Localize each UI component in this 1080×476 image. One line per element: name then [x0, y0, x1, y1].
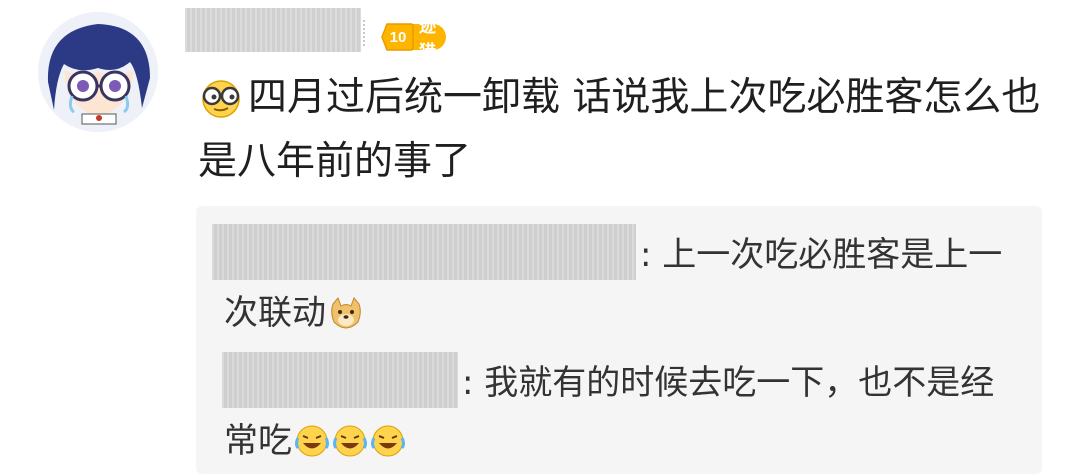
post-text: 四月过后统一卸载 话说我上次吃必胜客怎么也是八年前的事了	[198, 75, 1041, 184]
level-shield-icon: 10	[381, 22, 415, 52]
username-redacted[interactable]	[185, 8, 361, 52]
avatar[interactable]	[38, 12, 158, 132]
reply-item[interactable]: : 上一次吃必胜客是上一次联动	[212, 224, 1024, 348]
reply-separator: :	[462, 363, 485, 403]
laugh-cry-emoji-icon	[332, 418, 368, 476]
anime-character-avatar-icon	[38, 12, 158, 132]
level-title: 遗迹猎者	[411, 0, 446, 87]
username-edge-divider	[363, 20, 369, 46]
level-number: 10	[389, 28, 407, 46]
laugh-cry-emoji-icon	[370, 418, 406, 476]
reply-item[interactable]: : 我就有的时候去吃一下，也不是经常吃	[222, 352, 1024, 476]
reply-username-redacted[interactable]	[212, 224, 636, 280]
reply-username-redacted[interactable]	[222, 352, 458, 408]
doge-emoji-icon	[328, 290, 364, 348]
smirk-glasses-emoji-icon	[198, 78, 244, 134]
level-badge: 10 遗迹猎者	[381, 0, 446, 87]
post-content: 四月过后统一卸载 话说我上次吃必胜客怎么也是八年前的事了	[198, 70, 1048, 190]
replies-panel: : 上一次吃必胜客是上一次联动 : 我就有的时候去吃一下，也不是经常吃	[196, 206, 1042, 474]
laugh-cry-emoji-icon	[294, 418, 330, 476]
reply-separator: :	[640, 235, 663, 275]
